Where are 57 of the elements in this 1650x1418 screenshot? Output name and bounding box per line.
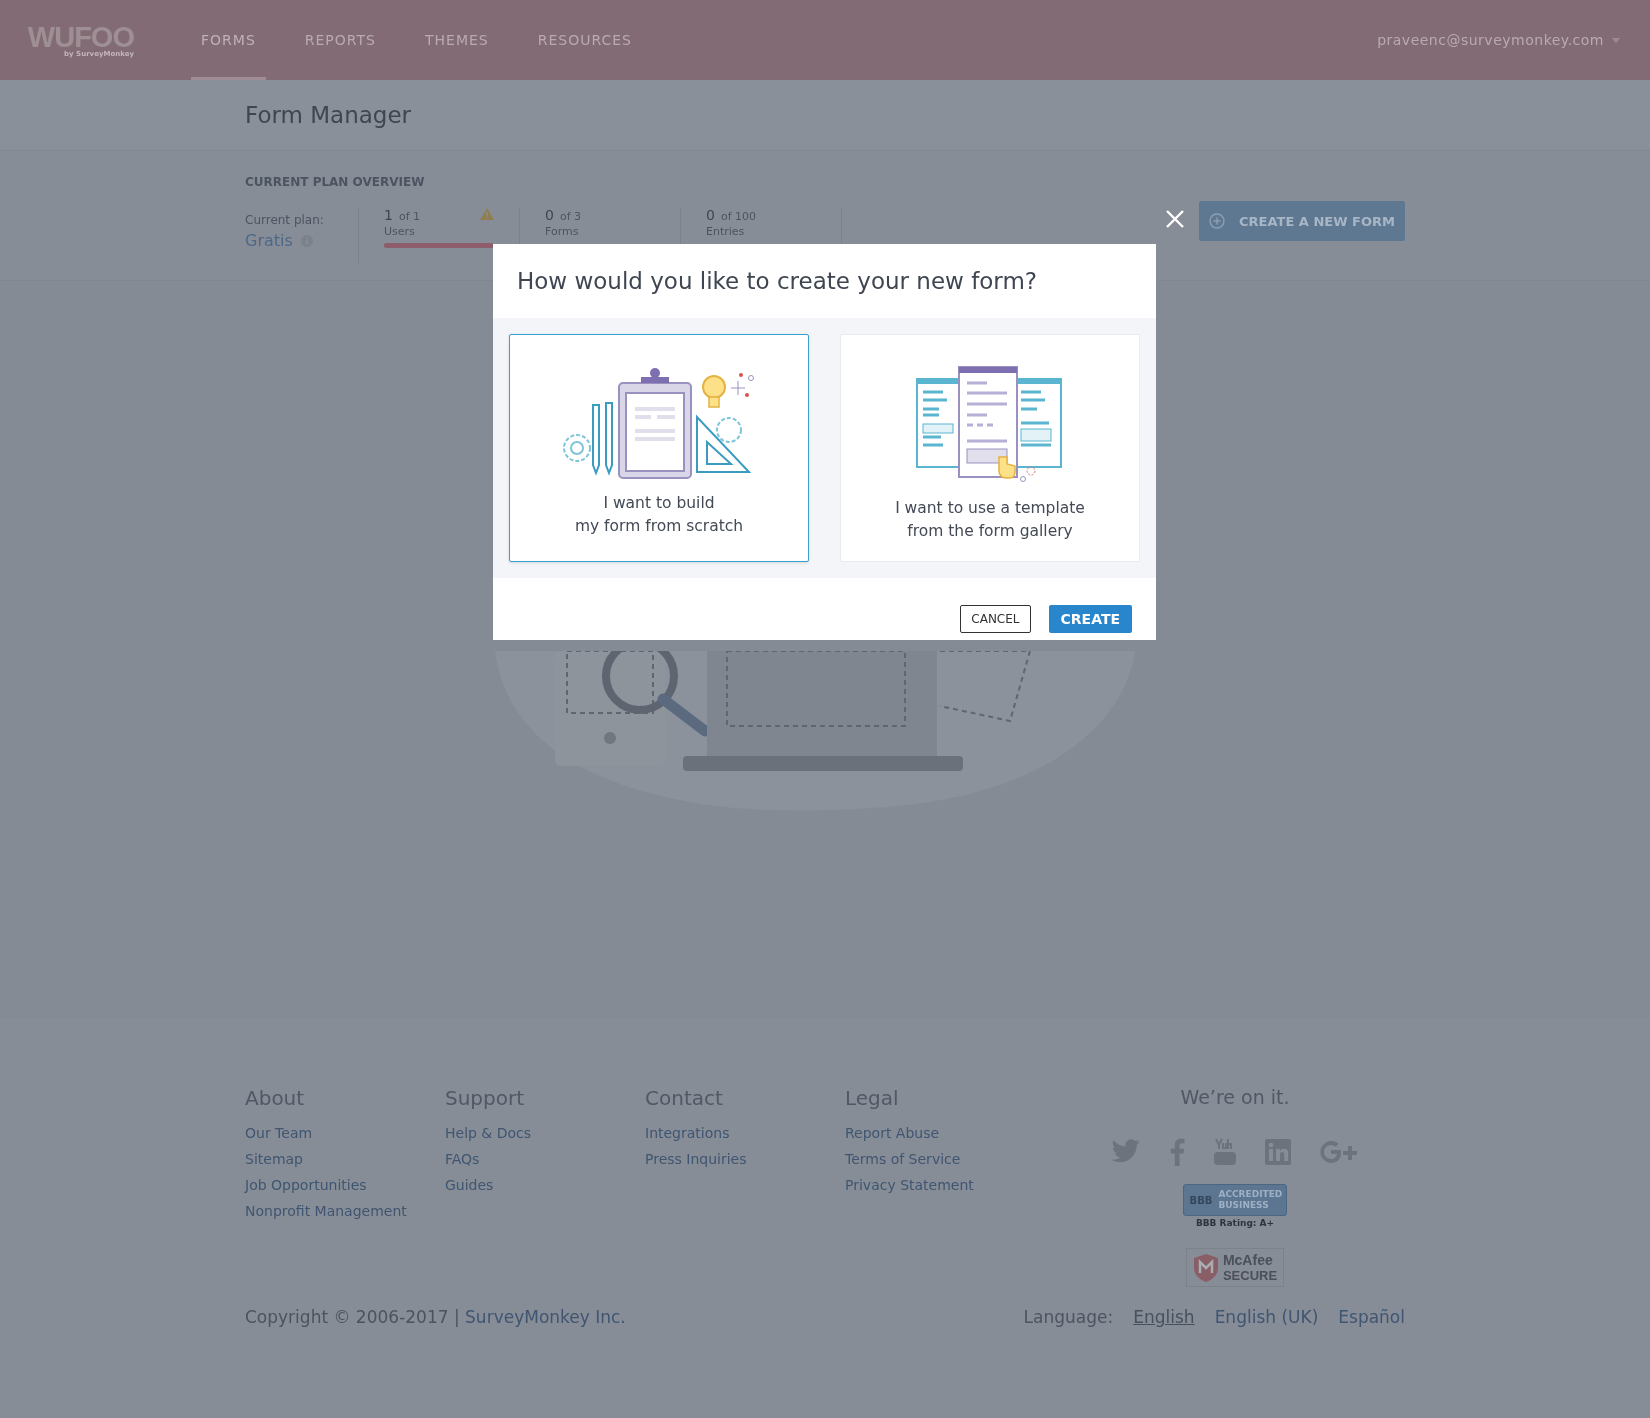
stat-label: Users — [384, 225, 416, 238]
stat-value: 1 — [384, 207, 393, 223]
footer-link[interactable]: Job Opportunities — [245, 1172, 367, 1198]
language-label: Language: — [1023, 1307, 1114, 1327]
footer-link[interactable]: Press Inquiries — [645, 1146, 747, 1172]
option-text: I want to build my form from scratch — [574, 493, 744, 537]
linkedin-icon[interactable] — [1265, 1139, 1291, 1165]
close-icon[interactable] — [1165, 209, 1185, 229]
twitter-bird-icon[interactable] — [1111, 1139, 1141, 1165]
page-title: Form Manager — [245, 102, 413, 128]
create-form-button[interactable]: CREATE A NEW FORM — [1199, 201, 1405, 241]
google-plus-icon[interactable] — [1319, 1139, 1359, 1165]
mcafee-name: McAfee — [1222, 1252, 1274, 1268]
company-link[interactable]: SurveyMonkey Inc. — [465, 1307, 626, 1327]
facebook-icon[interactable] — [1169, 1138, 1185, 1166]
section-heading: CURRENT PLAN OVERVIEW — [245, 175, 426, 189]
stat-limit: of 1 — [398, 210, 421, 223]
footer-link[interactable]: Terms of Service — [845, 1146, 961, 1172]
language-link[interactable]: English (UK) — [1214, 1307, 1319, 1327]
mcafee-badge[interactable]: McAfee SECURE — [1185, 1248, 1285, 1287]
language-link[interactable]: Español — [1338, 1307, 1405, 1327]
footer-link[interactable]: FAQs — [445, 1146, 480, 1172]
nav-tab[interactable]: REPORTS — [294, 0, 386, 80]
create-button[interactable]: CREATE — [1048, 605, 1132, 633]
plan-label: Current plan: — [245, 213, 325, 227]
youtube-icon[interactable] — [1213, 1138, 1237, 1166]
stat-label: Entries — [706, 225, 746, 238]
caret-icon[interactable] — [1612, 37, 1620, 43]
option-card[interactable]: I want to build my form from scratch — [509, 334, 809, 562]
footer-link[interactable]: Privacy Statement — [845, 1172, 974, 1198]
bbb-text: ACCREDITED BUSINESS — [1218, 1189, 1281, 1211]
dialog-title: How would you like to create your new form? — [517, 268, 1037, 294]
stat-label: Forms — [545, 225, 580, 238]
stat-value: 0 — [545, 207, 554, 223]
option-text: I want to use a template from the form gallery — [895, 498, 1085, 542]
plan-name-link[interactable]: Gratis — [245, 231, 293, 250]
nav-tab[interactable]: THEMES — [414, 0, 499, 80]
bbb-rating: BBB Rating: A+ — [1195, 1218, 1275, 1228]
stat-value: 0 — [706, 207, 715, 223]
copyright-text: Copyright © 2006-2017 | — [245, 1307, 461, 1327]
shield-icon — [1192, 1252, 1219, 1283]
plus-circle-icon — [1209, 213, 1226, 229]
footer-link[interactable]: Report Abuse — [845, 1120, 940, 1146]
user-menu[interactable]: praveenc@surveymonkey.com — [1377, 32, 1604, 48]
nav-tab[interactable]: RESOURCES — [527, 0, 642, 80]
stat-limit: of 100 — [720, 210, 757, 223]
footer-link[interactable]: Integrations — [645, 1120, 730, 1146]
footer-link[interactable]: Sitemap — [245, 1146, 303, 1172]
footer-link[interactable]: Our Team — [245, 1120, 313, 1146]
language-link[interactable]: English — [1133, 1307, 1195, 1327]
stat-limit: of 3 — [559, 210, 582, 223]
footer-link[interactable]: Nonprofit Management — [245, 1198, 407, 1224]
footer-link[interactable]: Help & Docs — [445, 1120, 532, 1146]
mcafee-secure: SECURE — [1222, 1268, 1278, 1283]
option-card[interactable]: I want to use a template from the form gallery — [840, 334, 1140, 562]
cancel-button[interactable]: CANCEL — [960, 605, 1031, 633]
footer-link[interactable]: Guides — [445, 1172, 494, 1198]
